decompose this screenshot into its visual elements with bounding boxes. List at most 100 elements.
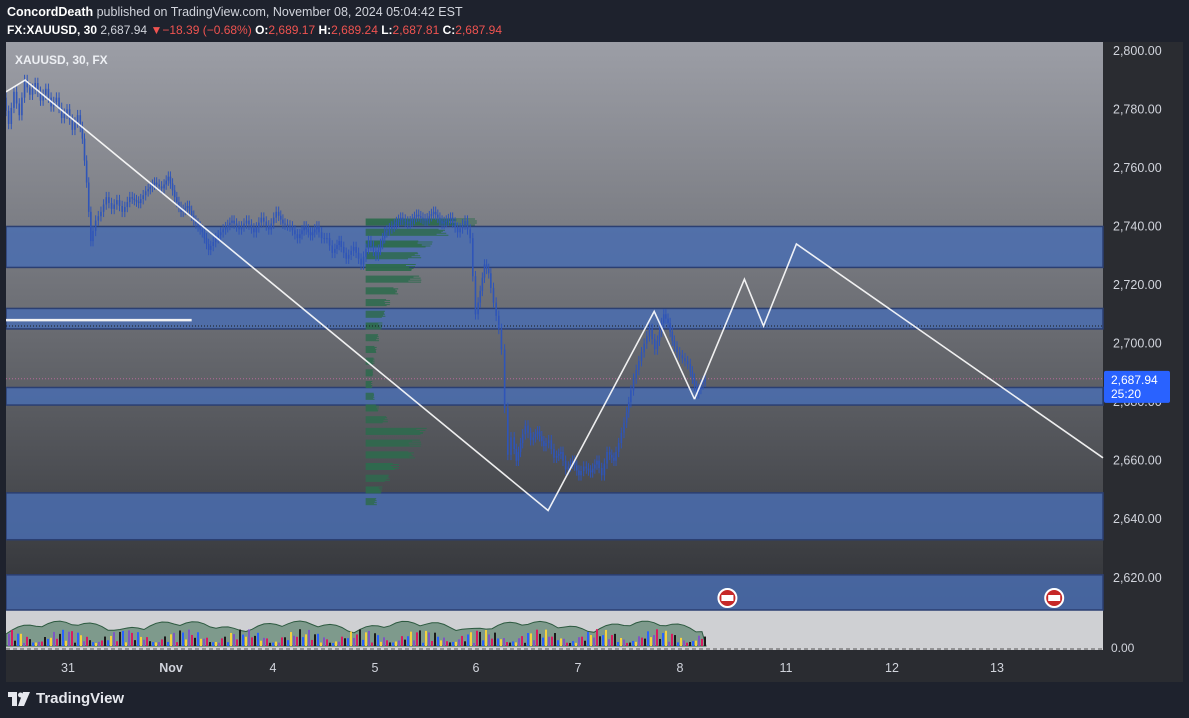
y-tick-label: 2,780.00 — [1113, 102, 1162, 116]
volume-bar — [80, 635, 82, 646]
volume-bar — [629, 642, 631, 646]
us-flag-stripe-icon-0 — [721, 595, 734, 601]
candle-body — [589, 470, 592, 473]
candle-body — [422, 217, 424, 220]
volume-bar — [149, 641, 151, 646]
volume-bar — [617, 642, 619, 646]
candle-body — [557, 453, 560, 456]
volume-bar — [338, 641, 340, 646]
candle-body — [184, 207, 187, 210]
volume-bar — [389, 642, 391, 646]
candle-body — [7, 110, 10, 124]
volume-bar — [380, 641, 382, 646]
candle-body — [340, 241, 343, 247]
candle-body — [693, 378, 696, 387]
volume-bar — [101, 640, 103, 646]
volume-bar — [173, 632, 175, 646]
volume-bar — [26, 636, 28, 646]
volume-bar — [335, 641, 337, 646]
volume-bar — [347, 638, 349, 646]
candle-body — [669, 323, 671, 332]
candle-body — [139, 199, 142, 204]
volume-bar — [602, 635, 604, 646]
volume-bar — [197, 632, 199, 646]
volume-bar — [152, 642, 154, 646]
candle-body — [596, 460, 598, 465]
candle-body — [116, 200, 118, 205]
volume-bar — [572, 641, 574, 646]
candle-body — [350, 250, 352, 255]
volume-bar — [107, 640, 109, 646]
candle-body — [391, 226, 393, 229]
volume-bar — [32, 642, 34, 646]
candle-body — [623, 422, 625, 433]
volume-bar — [251, 637, 253, 646]
candle-body — [188, 205, 191, 211]
candle-body — [495, 302, 497, 316]
tradingview-logo[interactable]: TradingView — [8, 690, 124, 707]
down-arrow-icon: ▼ — [150, 23, 163, 37]
price-chart[interactable]: 2,800.00 2,780.00 2,760.00 2,740.00 2,720.00… — [6, 42, 1183, 682]
candle-body — [205, 238, 208, 245]
candle-body — [203, 232, 206, 239]
chart-legend-title[interactable]: XAUUSD, 30, FX — [15, 53, 108, 67]
volume-bar — [410, 631, 412, 646]
candle-body — [207, 244, 210, 250]
candle-body — [507, 407, 509, 455]
y-tick-label: 2,640.00 — [1113, 512, 1162, 526]
volume-bar — [221, 638, 223, 646]
candle-body — [426, 218, 428, 221]
volume-bar — [248, 629, 250, 646]
candle-body — [245, 220, 248, 224]
author-name[interactable]: ConcordDeath — [7, 5, 93, 19]
volume-bar — [497, 638, 499, 646]
volume-bar — [470, 632, 472, 646]
volume-bar — [530, 633, 532, 646]
volume-bar — [71, 631, 73, 646]
candle-body — [149, 186, 152, 190]
candle-body — [253, 228, 255, 233]
candle-body — [294, 230, 296, 235]
candle-body — [536, 431, 539, 435]
symbol-label[interactable]: FX:XAUUSD, 30 — [7, 23, 97, 37]
volume-bar — [140, 636, 142, 646]
volume-bar — [458, 639, 460, 646]
candle-body — [201, 229, 204, 233]
high-label: H: — [318, 23, 332, 37]
candle-body — [538, 431, 541, 437]
volume-bar — [95, 642, 97, 646]
volume-bar — [692, 641, 694, 646]
volume-bar — [131, 632, 133, 646]
volume-bar — [245, 636, 247, 646]
candle-body — [585, 466, 588, 469]
volume-bar — [125, 642, 127, 646]
candle-body — [532, 437, 535, 441]
candle-body — [447, 219, 450, 221]
candle-body — [454, 222, 456, 228]
candle-body — [550, 440, 553, 449]
volume-bar — [302, 637, 304, 646]
candle-body — [521, 434, 524, 444]
candle-body — [76, 115, 79, 123]
volume-bar — [323, 637, 325, 646]
volume-bar — [350, 631, 352, 646]
candle-body — [415, 214, 418, 217]
candle-body — [409, 221, 412, 224]
volume-bar — [212, 642, 214, 646]
candle-body — [562, 451, 564, 461]
candle-body — [481, 277, 484, 291]
last-price-tag[interactable]: 2,687.94 25:20 — [1104, 370, 1170, 403]
volume-bar — [524, 642, 526, 646]
volume-bar — [422, 642, 424, 646]
candle-body — [578, 470, 580, 476]
volume-bar — [584, 640, 586, 646]
volume-bar — [53, 631, 55, 646]
candle-body — [15, 91, 18, 104]
candle-body — [360, 258, 362, 265]
volume-bar — [650, 637, 652, 646]
volume-bar — [362, 639, 364, 646]
candle-body — [689, 364, 692, 372]
volume-bar — [605, 629, 607, 646]
chart-frame[interactable]: 2,800.00 2,780.00 2,760.00 2,740.00 2,720.00… — [6, 42, 1183, 682]
volume-bar — [371, 642, 373, 646]
